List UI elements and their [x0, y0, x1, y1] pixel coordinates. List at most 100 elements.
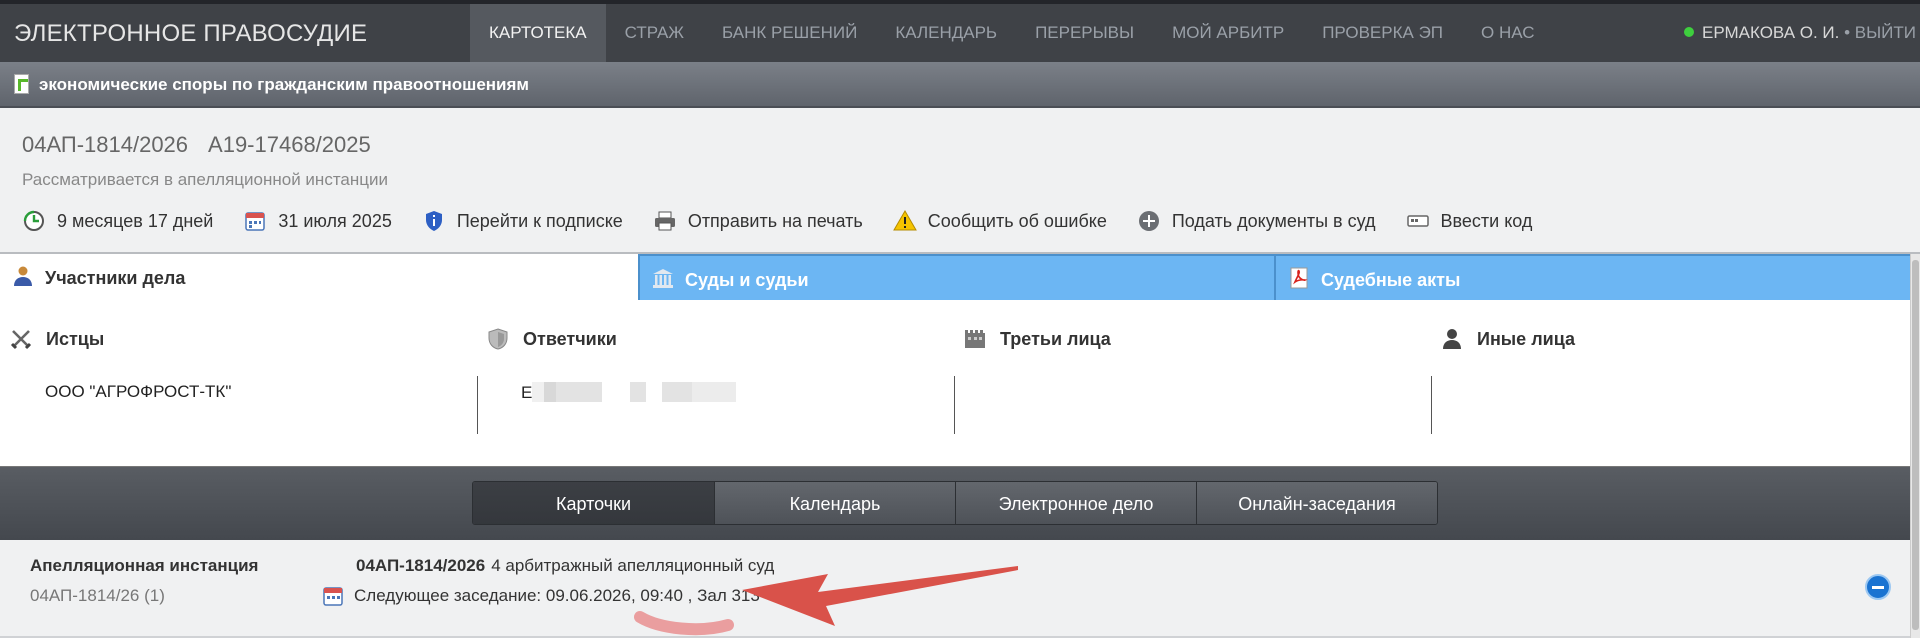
redacted-text: [630, 382, 647, 402]
nav-item-proverka-ep[interactable]: ПРОВЕРКА ЭП: [1303, 4, 1462, 62]
nav-item-kartoteka[interactable]: КАРТОТЕКА: [470, 4, 606, 62]
crossed-swords-icon: [10, 328, 32, 350]
case-view-tabs: Карточки Календарь Электронное дело Онла…: [472, 481, 1438, 525]
person-silhouette-icon: [1441, 328, 1463, 350]
pdf-icon: [1288, 267, 1310, 289]
defendant-name[interactable]: Е: [521, 382, 737, 403]
case-header: 04АП-1814/2026 А19-17468/2025 Рассматрива…: [0, 108, 1920, 254]
code-card-icon: [1406, 209, 1430, 233]
main-nav: КАРТОТЕКА СТРАЖ БАНК РЕШЕНИЙ КАЛЕНДАРЬ П…: [470, 4, 1553, 62]
case-tabs: Участники дела Суды и судьи Судебные акт…: [0, 254, 1910, 300]
redacted-text: [602, 382, 631, 402]
other-persons-heading-label: Иные лица: [1477, 328, 1575, 349]
collapse-icon[interactable]: [1865, 574, 1891, 600]
case-view-bar: Карточки Календарь Электронное дело Онла…: [0, 466, 1910, 540]
first-instance-case-number: А19-17468/2025: [208, 132, 371, 157]
subscribe-shield-icon: [422, 209, 446, 233]
enter-code-link[interactable]: Ввести код: [1406, 209, 1533, 233]
nav-item-moy-arbitr[interactable]: МОЙ АРБИТР: [1153, 4, 1303, 62]
print-link[interactable]: Отправить на печать: [653, 209, 863, 233]
column-divider: [477, 376, 478, 434]
page-scrollbar[interactable]: [1910, 254, 1920, 638]
subtab-calendar[interactable]: Календарь: [714, 482, 955, 524]
plaintiffs-heading: Истцы: [10, 328, 104, 350]
instance-title: Апелляционная инстанция: [30, 556, 259, 575]
case-registered-date: 31 июля 2025: [243, 209, 392, 233]
nav-item-kalendar[interactable]: КАЛЕНДАРЬ: [876, 4, 1016, 62]
online-status-icon: [1684, 27, 1694, 37]
clock-icon: [22, 209, 46, 233]
shield-icon: [487, 328, 509, 350]
user-name[interactable]: ЕРМАКОВА О. И.: [1702, 23, 1839, 42]
calendar-icon: [322, 585, 344, 607]
nav-item-strazh[interactable]: СТРАЖ: [606, 4, 703, 62]
tab-participants[interactable]: Участники дела: [0, 254, 638, 300]
case-numbers: 04АП-1814/2026 А19-17468/2025: [22, 132, 371, 158]
defendants-heading: Ответчики: [487, 328, 617, 350]
document-icon: [14, 74, 29, 94]
plus-circle-icon: [1137, 209, 1161, 233]
third-parties-heading: Третьи лица: [964, 328, 1111, 350]
plaintiffs-heading-label: Истцы: [46, 328, 105, 349]
other-persons-column: Иные лица: [1431, 300, 1907, 466]
person-icon: [12, 265, 34, 287]
column-divider: [1431, 376, 1432, 434]
tab-courts-judges[interactable]: Суды и судьи: [638, 254, 1274, 300]
enter-code-label: Ввести код: [1440, 210, 1533, 231]
plaintiffs-column: Истцы ООО "АГРОФРОСТ-ТК": [0, 300, 476, 466]
subtab-cards[interactable]: Карточки: [473, 482, 714, 524]
submit-documents-label: Подать документы в суд: [1171, 210, 1376, 231]
redacted-text: [532, 382, 545, 402]
appeal-case-number: 04АП-1814/2026: [22, 132, 189, 157]
nav-item-pereryvy[interactable]: ПЕРЕРЫВЫ: [1016, 4, 1153, 62]
logout-link[interactable]: • ВЫЙТИ: [1844, 23, 1916, 42]
defendant-name-text: Е: [521, 383, 533, 402]
report-error-link[interactable]: Сообщить об ошибке: [892, 209, 1107, 233]
tab-court-acts-label: Судебные акты: [1321, 270, 1461, 290]
third-parties-heading-label: Третьи лица: [1000, 328, 1111, 349]
print-label: Отправить на печать: [687, 210, 863, 231]
subscribe-label: Перейти к подписке: [456, 210, 623, 231]
redacted-text: [662, 382, 693, 402]
participants-panel: Истцы ООО "АГРОФРОСТ-ТК" Ответчики Е Тре…: [0, 300, 1910, 466]
instance-card: Апелляционная инстанция 04АП-1814/26 (1)…: [0, 540, 1910, 638]
next-hearing: Следующее заседание: 09.06.2026, 09:40 ,…: [322, 585, 760, 607]
submit-documents-link[interactable]: Подать документы в суд: [1137, 209, 1376, 233]
top-navigation-bar: ЭЛЕКТРОННОЕ ПРАВОСУДИЕ КАРТОТЕКА СТРАЖ Б…: [0, 0, 1920, 62]
building-icon: [964, 328, 986, 350]
other-persons-heading: Иные лица: [1441, 328, 1575, 350]
report-error-label: Сообщить об ошибке: [927, 210, 1107, 231]
nav-item-o-nas[interactable]: О НАС: [1462, 4, 1553, 62]
tab-participants-label: Участники дела: [45, 268, 186, 288]
redacted-text: [646, 382, 663, 402]
warning-icon: [892, 209, 917, 233]
instance-short-number: 04АП-1814/26 (1): [30, 586, 165, 605]
subtab-electronic-case[interactable]: Электронное дело: [955, 482, 1196, 524]
column-divider: [954, 376, 955, 434]
scrollbar-thumb[interactable]: [1912, 260, 1919, 630]
case-actions: 9 месяцев 17 дней 31 июля 2025 Перейти к…: [22, 208, 1562, 234]
case-status: Рассматривается в апелляционной инстанци…: [22, 170, 388, 189]
next-hearing-text: Следующее заседание: 09.06.2026, 09:40 ,…: [354, 586, 760, 605]
instance-case-number[interactable]: 04АП-1814/2026: [356, 556, 485, 575]
user-area: ЕРМАКОВА О. И. • ВЫЙТИ: [1684, 4, 1916, 62]
subtab-online-hearings[interactable]: Онлайн-заседания: [1196, 482, 1437, 524]
nav-item-bank-resheniy[interactable]: БАНК РЕШЕНИЙ: [703, 4, 876, 62]
third-parties-column: Третьи лица: [954, 300, 1430, 466]
case-registered-date-label: 31 июля 2025: [278, 210, 392, 231]
printer-icon: [653, 209, 677, 233]
plaintiff-name[interactable]: ООО "АГРОФРОСТ-ТК": [45, 382, 231, 402]
tab-courts-judges-label: Суды и судьи: [685, 270, 809, 290]
calendar-icon: [243, 209, 267, 233]
site-logo[interactable]: ЭЛЕКТРОННОЕ ПРАВОСУДИЕ: [14, 20, 367, 48]
defendants-heading-label: Ответчики: [523, 328, 617, 349]
instance-case-line: 04АП-1814/2026 4 арбитражный апелляционны…: [356, 556, 774, 576]
redacted-text: [544, 382, 557, 402]
redacted-text: [692, 382, 737, 402]
tab-court-acts[interactable]: Судебные акты: [1274, 254, 1910, 300]
case-category: экономические споры по гражданским право…: [39, 75, 530, 94]
redacted-text: [556, 382, 603, 402]
case-duration-label: 9 месяцев 17 дней: [57, 210, 214, 231]
defendants-column: Ответчики Е: [477, 300, 953, 466]
subscribe-link[interactable]: Перейти к подписке: [422, 209, 623, 233]
